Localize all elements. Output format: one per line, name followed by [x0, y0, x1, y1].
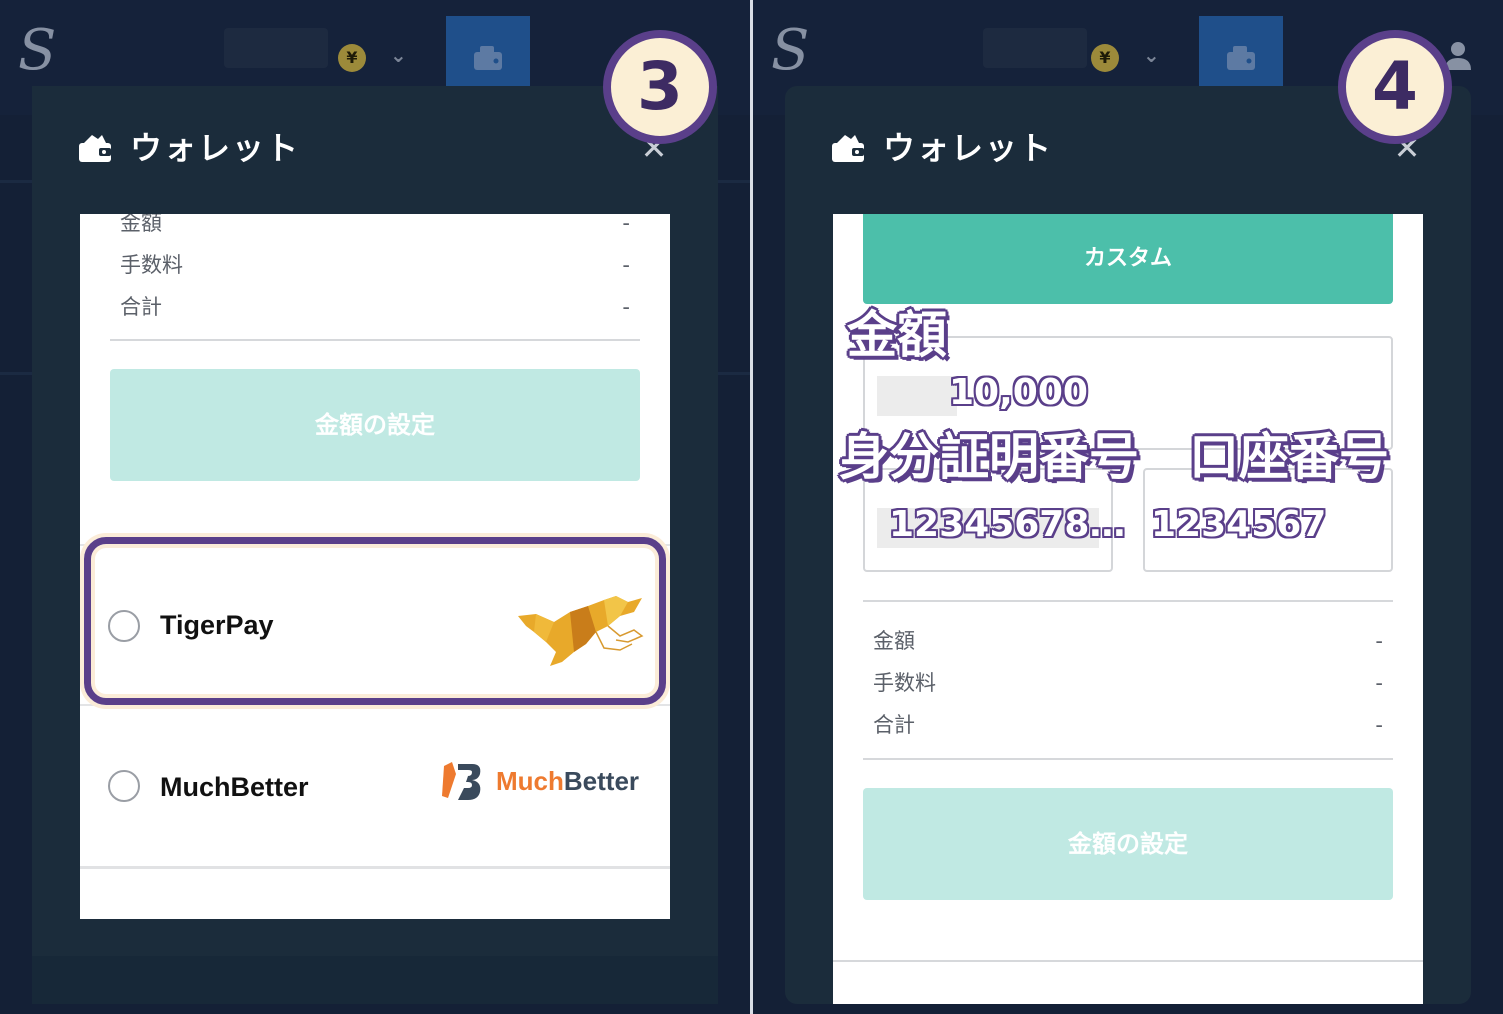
muchbetter-wordmark-part: Much [496, 766, 564, 796]
summary-value: - [1375, 671, 1383, 695]
yen-coin-icon: ¥ [1091, 44, 1119, 72]
site-logo: S [771, 18, 810, 83]
overlay-amount-label: 金額 [847, 306, 947, 364]
summary-label: 手数料 [120, 253, 183, 277]
summary-label: 合計 [120, 295, 162, 319]
summary-row-total: 合計 - [873, 708, 1383, 742]
summary-label: 金額 [120, 214, 162, 235]
overlay-account-value: 1234567 [1151, 504, 1327, 545]
step-badge: 4 [1338, 30, 1452, 144]
wallet-modal: ウォレット ✕ 金額 - 手数料 - 合計 - 金額の設定 TigerPay M… [32, 86, 718, 1004]
redacted-currency [877, 376, 957, 416]
summary-label: 金額 [873, 629, 915, 653]
wallet-icon [1227, 46, 1255, 70]
site-logo: S [18, 18, 57, 83]
divider [863, 758, 1393, 760]
wallet-sheet: 金額 - 手数料 - 合計 - 金額の設定 TigerPay MuchBette… [80, 214, 670, 919]
chevron-down-icon: ⌄ [1143, 43, 1160, 67]
radio-button[interactable] [108, 610, 140, 642]
balance-display [983, 28, 1087, 68]
overlay-amount-value: 10,000 [949, 372, 1088, 413]
set-amount-button[interactable]: 金額の設定 [110, 369, 640, 481]
summary-row-amount: 金額 - [873, 624, 1383, 658]
muchbetter-logo [442, 762, 481, 800]
overlay-id-label: 身分証明番号 [839, 428, 1139, 486]
screen-step-3: S ¥ ⌄ ウォレット ✕ 金額 - 手数料 - 合計 - 金額の設定 Tige… [0, 0, 750, 1014]
summary-row-fee: 手数料 - [873, 666, 1383, 700]
muchbetter-wordmark-part: Better [563, 766, 640, 796]
divider [833, 960, 1423, 962]
wallet-icon [832, 135, 864, 162]
wallet-modal: ウォレット ✕ カスタム 金額 - 手数料 - 合計 - 金額の設定 [785, 86, 1471, 1004]
summary-row-fee: 手数料 - [120, 248, 630, 282]
summary-label: 合計 [873, 713, 915, 737]
summary-value: - [1375, 713, 1383, 737]
divider [80, 866, 670, 869]
summary-row-total: 合計 - [120, 290, 630, 324]
balance-display [224, 28, 328, 68]
overlay-account-label: 口座番号 [1189, 428, 1389, 486]
payment-option-muchbetter[interactable]: MuchBetter MuchBetter [80, 704, 670, 864]
muchbetter-wordmark: MuchBetter [496, 764, 639, 798]
tiger-logo [518, 596, 644, 666]
modal-title: ウォレット [883, 129, 1054, 167]
summary-value: - [622, 253, 630, 277]
payment-name: MuchBetter [160, 772, 309, 802]
overlay-id-value: 12345678… [889, 504, 1126, 545]
summary-row-amount: 金額 - [120, 214, 630, 240]
summary-value: - [622, 214, 630, 235]
wallet-icon [79, 135, 111, 162]
modal-footer [32, 956, 718, 1004]
divider [863, 600, 1393, 602]
divider [110, 339, 640, 341]
summary-value: - [1375, 629, 1383, 653]
custom-amount-button[interactable]: カスタム [863, 214, 1393, 304]
summary-label: 手数料 [873, 671, 936, 695]
summary-value: - [622, 295, 630, 319]
modal-title: ウォレット [130, 129, 301, 167]
chevron-down-icon: ⌄ [390, 43, 407, 67]
radio-button[interactable] [108, 770, 140, 802]
yen-coin-icon: ¥ [338, 44, 366, 72]
screen-step-4: S ¥ ⌄ ウォレット ✕ カスタム 金額 - 手数料 - 合計 - 金額の設定… [753, 0, 1503, 1014]
step-badge: 3 [603, 30, 717, 144]
wallet-icon [474, 46, 502, 70]
payment-option-tigerpay[interactable]: TigerPay [80, 544, 670, 704]
payment-name: TigerPay [160, 610, 274, 640]
set-amount-button[interactable]: 金額の設定 [863, 788, 1393, 900]
